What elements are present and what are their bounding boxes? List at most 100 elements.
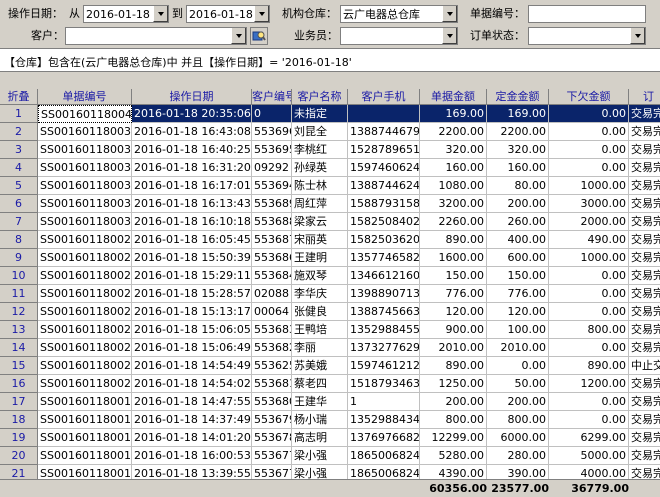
col-customer-phone-header[interactable]: 客户手机 xyxy=(348,89,420,105)
col-doc-no-cell: SS001601180036 xyxy=(38,177,132,195)
chevron-down-icon[interactable] xyxy=(254,6,269,22)
warehouse-select[interactable]: 云广电器总仓库 xyxy=(340,5,458,23)
col-fold-cell[interactable]: 14 xyxy=(0,339,38,357)
col-fold-cell[interactable]: 19 xyxy=(0,429,38,447)
col-op-date-header[interactable]: 操作日期 xyxy=(132,89,252,105)
col-customer-id-cell: 553687 xyxy=(252,231,292,249)
table-row[interactable]: 15 SS001601180021 2016-01-18 14:54:49 55362… xyxy=(0,357,660,375)
col-customer-name-cell: 高志明 xyxy=(292,429,348,447)
col-fold-cell[interactable]: 1 xyxy=(0,105,38,123)
col-doc-amount-cell: 3200.00 xyxy=(420,195,487,213)
col-op-date-cell: 2016-01-18 14:01:20 xyxy=(132,429,252,447)
col-doc-amount-cell: 5280.00 xyxy=(420,447,487,465)
col-fold-cell[interactable]: 12 xyxy=(0,303,38,321)
col-fold-cell[interactable]: 6 xyxy=(0,195,38,213)
salesman-select[interactable] xyxy=(340,27,458,45)
col-fold-cell[interactable]: 21 xyxy=(0,465,38,479)
col-customer-id-cell: 553694 xyxy=(252,177,292,195)
date-from-picker[interactable]: 2016-01-18 xyxy=(83,5,169,23)
table-row[interactable]: 4 SS001601180037 2016-01-18 16:31:20 09292 孙… xyxy=(0,159,660,177)
col-fold-cell[interactable]: 15 xyxy=(0,357,38,375)
col-fold-cell[interactable]: 7 xyxy=(0,213,38,231)
table-row[interactable]: 3 SS001601180038 2016-01-18 16:40:25 553695… xyxy=(0,141,660,159)
chevron-down-icon[interactable] xyxy=(153,6,168,22)
col-order-status-cell: 交易完 xyxy=(629,105,660,123)
col-op-date-cell: 2016-01-18 16:17:01 xyxy=(132,177,252,195)
table-row[interactable]: 20 SS001601180016 2016-01-18 16:00:53 55367… xyxy=(0,447,660,465)
col-deposit-amount-cell: 160.00 xyxy=(487,159,549,177)
col-deposit-amount-cell: 150.00 xyxy=(487,267,549,285)
col-op-date-cell: 2016-01-18 15:50:39 xyxy=(132,249,252,267)
col-customer-phone-cell: 13577465827 xyxy=(348,249,420,267)
col-fold-cell[interactable]: 2 xyxy=(0,123,38,141)
col-order-status-header[interactable]: 订 xyxy=(629,89,660,105)
col-fold-cell[interactable]: 16 xyxy=(0,375,38,393)
orders-grid[interactable]: 折叠 单据编号 操作日期 客户编号 客户名称 客户手机 单据金额 定金金额 下欠金额订 1 SS0… xyxy=(0,89,660,479)
chevron-down-icon[interactable] xyxy=(231,28,246,44)
col-doc-amount-cell: 776.00 xyxy=(420,285,487,303)
col-fold-cell[interactable]: 17 xyxy=(0,393,38,411)
col-fold-cell[interactable]: 13 xyxy=(0,321,38,339)
col-customer-id-cell: 553689 xyxy=(252,195,292,213)
col-doc-no-header[interactable]: 单据编号 xyxy=(38,89,132,105)
col-customer-name-cell: 未指定 xyxy=(292,105,348,123)
table-row[interactable]: 18 SS001601180018 2016-01-18 14:37:49 55367… xyxy=(0,411,660,429)
table-row[interactable]: 12 SS001601180024 2016-01-18 15:13:17 00064… xyxy=(0,303,660,321)
col-fold-cell[interactable]: 3 xyxy=(0,141,38,159)
table-row[interactable]: 7 SS001601180030 2016-01-18 16:10:18 553688… xyxy=(0,213,660,231)
col-deposit-amount-cell: 600.00 xyxy=(487,249,549,267)
table-row[interactable]: 14 SS001601180022 2016-01-18 15:06:49 55368… xyxy=(0,339,660,357)
col-doc-amount-header[interactable]: 单据金额 xyxy=(420,89,487,105)
order-status-select[interactable] xyxy=(528,27,646,45)
chevron-down-icon[interactable] xyxy=(442,28,457,44)
col-customer-phone-cell: 13887456637 xyxy=(348,303,420,321)
col-fold-cell[interactable]: 18 xyxy=(0,411,38,429)
col-fold-cell[interactable]: 9 xyxy=(0,249,38,267)
col-fold-cell[interactable]: 8 xyxy=(0,231,38,249)
col-customer-name-cell: 王建华 xyxy=(292,393,348,411)
table-row[interactable]: 11 SS001601180025 2016-01-18 15:28:57 02088… xyxy=(0,285,660,303)
table-row[interactable]: 21 SS001601180015 2016-01-18 13:39:55 55367… xyxy=(0,465,660,479)
col-customer-name-cell: 王建明 xyxy=(292,249,348,267)
col-customer-id-header[interactable]: 客户编号 xyxy=(252,89,292,105)
table-row[interactable]: 10 SS001601180026 2016-01-18 15:29:11 55368… xyxy=(0,267,660,285)
col-deposit-amount-cell: 2010.00 xyxy=(487,339,549,357)
table-row[interactable]: 6 SS001601180031 2016-01-18 16:13:43 553689… xyxy=(0,195,660,213)
table-row[interactable]: 17 SS001601180019 2016-01-18 14:47:55 55368… xyxy=(0,393,660,411)
col-doc-no-cell: SS001601180022 xyxy=(38,339,132,357)
table-row[interactable]: 9 SS001601180028 2016-01-18 15:50:39 553686… xyxy=(0,249,660,267)
col-deposit-amount-header[interactable]: 定金金额 xyxy=(487,89,549,105)
col-customer-id-cell: 553677 xyxy=(252,447,292,465)
col-customer-phone-cell: 13988907138 xyxy=(348,285,420,303)
col-customer-id-cell: 553678 xyxy=(252,429,292,447)
col-fold-cell[interactable]: 4 xyxy=(0,159,38,177)
chevron-down-icon[interactable] xyxy=(630,28,645,44)
table-row[interactable]: 1 SS001601180042 2016-01-18 20:35:06 0 未指定 16… xyxy=(0,105,660,123)
table-row[interactable]: 16 SS001601180020 2016-01-18 14:54:02 55368… xyxy=(0,375,660,393)
table-row[interactable]: 8 SS001601180029 2016-01-18 16:05:45 553687… xyxy=(0,231,660,249)
col-customer-name-cell: 李丽 xyxy=(292,339,348,357)
col-fold-cell[interactable]: 11 xyxy=(0,285,38,303)
col-customer-name-header[interactable]: 客户名称 xyxy=(292,89,348,105)
col-fold-cell[interactable]: 20 xyxy=(0,447,38,465)
doc-no-input[interactable] xyxy=(528,5,646,23)
col-order-status-cell: 交易完 xyxy=(629,375,660,393)
col-deposit-amount-cell: 260.00 xyxy=(487,213,549,231)
customer-search-button[interactable] xyxy=(250,27,268,45)
customer-select[interactable] xyxy=(65,27,247,45)
col-owed-amount-header[interactable]: 下欠金额 xyxy=(549,89,629,105)
col-fold-cell[interactable]: 10 xyxy=(0,267,38,285)
col-fold-header[interactable]: 折叠 xyxy=(0,89,38,105)
col-doc-no-cell: SS001601180018 xyxy=(38,411,132,429)
col-customer-name-cell: 杨小瑞 xyxy=(292,411,348,429)
table-row[interactable]: 13 SS001601180023 2016-01-18 15:06:05 55368… xyxy=(0,321,660,339)
date-to-picker[interactable]: 2016-01-18 xyxy=(186,5,270,23)
col-doc-amount-cell: 900.00 xyxy=(420,321,487,339)
table-row[interactable]: 5 SS001601180036 2016-01-18 16:17:01 553694… xyxy=(0,177,660,195)
col-customer-phone-cell: 13732776298 xyxy=(348,339,420,357)
chevron-down-icon[interactable] xyxy=(442,6,457,22)
table-row[interactable]: 19 SS001601180017 2016-01-18 14:01:20 55367… xyxy=(0,429,660,447)
col-deposit-amount-cell: 169.00 xyxy=(487,105,549,123)
table-row[interactable]: 2 SS001601180039 2016-01-18 16:43:08 553696… xyxy=(0,123,660,141)
col-fold-cell[interactable]: 5 xyxy=(0,177,38,195)
